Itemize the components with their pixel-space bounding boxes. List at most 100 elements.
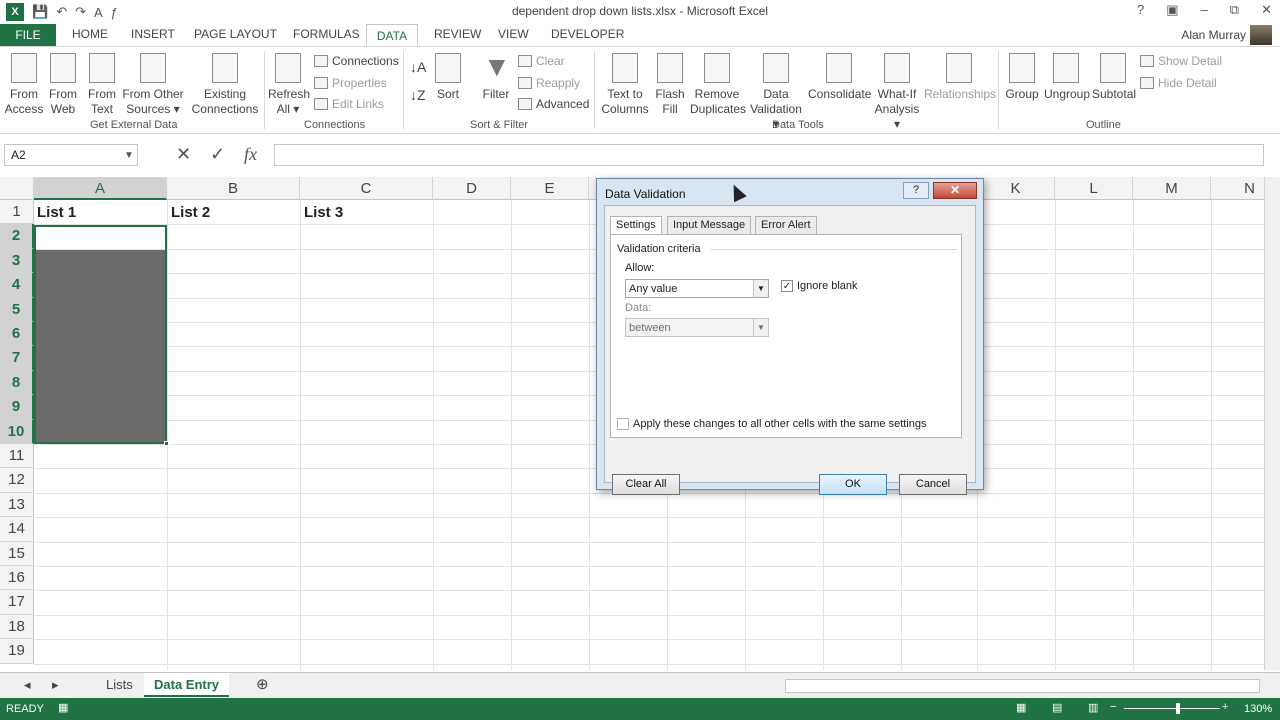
row-header-1[interactable]: 1 [0,200,34,225]
subtotal-button[interactable]: Subtotal [1092,53,1136,102]
sort-descending-icon[interactable]: ↓Z [410,87,426,103]
zoom-level[interactable]: 130% [1244,703,1272,715]
column-header-k[interactable]: K [977,177,1055,200]
reapply-button[interactable]: Reapply [518,76,580,90]
column-header-a[interactable]: A [34,177,167,200]
user-name[interactable]: Alan Murray [1181,28,1246,42]
column-header-m[interactable]: M [1133,177,1211,200]
cell-a1[interactable]: List 1 [37,204,76,221]
column-header-c[interactable]: C [300,177,433,200]
sort-button[interactable]: Sort [432,53,464,102]
row-header-8[interactable]: 8 [0,370,34,396]
restore-button[interactable]: ⧉ [1230,2,1239,18]
row-header-4[interactable]: 4 [0,273,34,298]
select-all-corner[interactable] [0,177,34,200]
zoom-in-icon[interactable]: + [1222,701,1228,713]
row-header-3[interactable]: 3 [0,248,34,274]
advanced-filter-button[interactable]: Advanced [518,97,589,111]
from-other-sources-button[interactable]: From Other Sources ▾ [122,53,184,117]
filter-button[interactable]: ▼ Filter [480,53,512,102]
cancel-button[interactable]: Cancel [899,474,967,495]
ungroup-button[interactable]: Ungroup [1044,53,1090,102]
row-header-13[interactable]: 13 [0,492,34,518]
tab-file[interactable]: FILE [0,24,56,46]
from-access-button[interactable]: From Access [4,53,44,117]
clear-all-button[interactable]: Clear All [612,474,680,495]
tab-formulas[interactable]: FORMULAS [293,27,360,41]
tab-page-layout[interactable]: PAGE LAYOUT [194,27,277,41]
ribbon-options-icon[interactable]: ▣ [1166,2,1178,18]
tab-developer[interactable]: DEVELOPER [551,27,624,41]
close-window-button[interactable]: ✕ [1261,2,1272,18]
row-header-2[interactable]: 2 [0,224,34,249]
row-header-18[interactable]: 18 [0,614,34,640]
dialog-help-button[interactable]: ? [903,182,929,199]
column-header-n[interactable]: N [1211,177,1264,200]
relationships-button[interactable]: Relationships [924,53,996,102]
help-icon[interactable]: ? [1137,2,1144,18]
horizontal-scrollbar[interactable] [785,679,1260,693]
page-break-view-icon[interactable]: ▥ [1088,701,1098,714]
insert-function-icon[interactable]: fx [244,144,257,165]
row-header-5[interactable]: 5 [0,297,34,322]
row-header-14[interactable]: 14 [0,517,34,542]
apply-all-checkbox[interactable] [617,418,629,430]
row-header-10[interactable]: 10 [0,419,34,444]
text-to-columns-button[interactable]: Text to Columns [600,53,650,117]
clear-filter-button[interactable]: Clear [518,54,565,68]
name-box[interactable]: A2 [4,144,138,166]
enter-icon[interactable]: ✓ [210,144,225,165]
page-layout-view-icon[interactable]: ▤ [1052,701,1062,714]
column-header-b[interactable]: B [167,177,300,200]
normal-view-icon[interactable]: ▦ [1016,701,1026,714]
dialog-close-button[interactable]: ✕ [933,182,977,199]
tab-review[interactable]: REVIEW [434,27,481,41]
connections-button[interactable]: Connections [314,54,399,68]
macro-record-icon[interactable]: ▦ [58,701,68,714]
tab-error-alert[interactable]: Error Alert [755,216,817,235]
group-button[interactable]: Group [1002,53,1042,102]
formula-input[interactable] [274,144,1264,166]
flash-fill-button[interactable]: Flash Fill [654,53,686,117]
show-detail-button[interactable]: Show Detail [1140,54,1222,68]
scroll-left-icon[interactable]: ◂ [14,673,41,697]
row-header-19[interactable]: 19 [0,639,34,664]
refresh-all-button[interactable]: Refresh All ▾ [268,53,310,117]
scroll-right-icon[interactable]: ▸ [42,673,69,697]
ok-button[interactable]: OK [819,474,887,495]
cell-c1[interactable]: List 3 [304,204,343,221]
tab-input-message[interactable]: Input Message [667,216,752,235]
remove-duplicates-button[interactable]: Remove Duplicates [690,53,746,117]
chevron-down-icon[interactable]: ▼ [124,150,134,161]
cell-b1[interactable]: List 2 [171,204,210,221]
tab-settings[interactable]: Settings [610,216,662,236]
row-header-16[interactable]: 16 [0,566,34,591]
what-if-analysis-button[interactable]: What-If Analysis ▾ [872,53,922,132]
avatar[interactable] [1250,25,1272,45]
tab-view[interactable]: VIEW [498,27,529,41]
zoom-slider[interactable] [1124,708,1220,709]
column-header-e[interactable]: E [511,177,589,200]
edit-links-button[interactable]: Edit Links [314,97,384,111]
sheet-tab-lists[interactable]: Lists [96,673,143,697]
existing-connections-button[interactable]: Existing Connections [190,53,260,117]
ignore-blank-checkbox[interactable]: ✓ [781,280,793,292]
cancel-entry-icon[interactable]: ✕ [176,144,191,165]
from-web-button[interactable]: From Web [46,53,80,117]
row-header-11[interactable]: 11 [0,444,34,469]
tab-data[interactable]: DATA [366,24,418,47]
zoom-thumb[interactable] [1176,703,1180,714]
data-dropdown[interactable]: between ▼ [625,318,769,337]
minimize-button[interactable]: – [1201,2,1208,18]
column-header-l[interactable]: L [1055,177,1133,200]
fill-handle[interactable] [164,441,169,446]
vertical-scrollbar[interactable] [1264,177,1280,670]
consolidate-button[interactable]: Consolidate [808,53,871,102]
zoom-out-icon[interactable]: − [1110,701,1116,713]
row-header-12[interactable]: 12 [0,468,34,493]
properties-button[interactable]: Properties [314,76,387,90]
sort-ascending-icon[interactable]: ↓A [410,59,426,75]
allow-dropdown[interactable]: Any value ▼ [625,279,769,298]
row-header-9[interactable]: 9 [0,395,34,420]
row-header-7[interactable]: 7 [0,346,34,371]
